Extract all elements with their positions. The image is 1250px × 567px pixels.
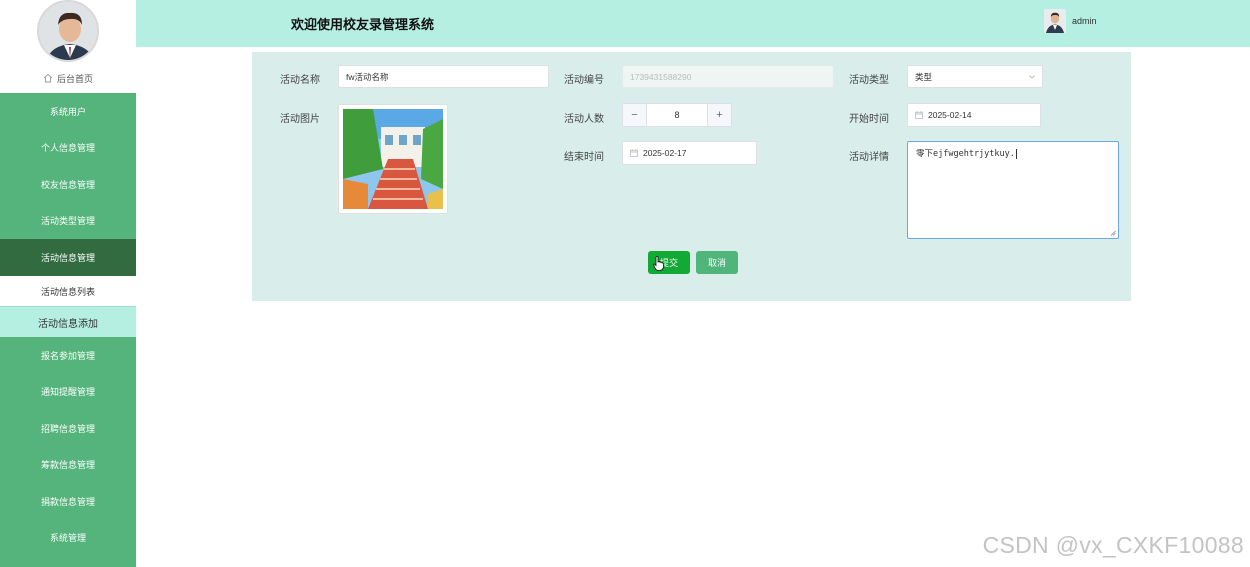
increment-button[interactable]: + xyxy=(707,104,731,126)
activity-image-label: 活动图片 xyxy=(280,114,320,125)
text-caret xyxy=(1015,149,1017,159)
resize-grip-icon[interactable] xyxy=(1110,230,1116,236)
calendar-icon xyxy=(630,149,638,157)
avatar[interactable] xyxy=(1044,9,1066,33)
activity-detail-label: 活动详情 xyxy=(849,152,889,163)
sidebar-item-label: 报名参加管理 xyxy=(40,350,95,361)
sidebar-item-label: 系统用户 xyxy=(49,106,86,117)
sidebar-item-system-users[interactable]: 系统用户 xyxy=(0,93,136,130)
top-header: 欢迎使用校友录管理系统 admin xyxy=(136,0,1250,47)
sidebar-item-label: 系统管理 xyxy=(49,533,86,544)
sidebar-item-alumni-info[interactable]: 校友信息管理 xyxy=(0,166,136,203)
activity-detail-value: 零下ejfwgehtrjytkuy. xyxy=(916,149,1015,159)
activity-count-stepper[interactable]: − 8 + xyxy=(622,103,732,127)
activity-name-label: 活动名称 xyxy=(280,75,320,86)
sidebar-item-activity-info[interactable]: 活动信息管理 xyxy=(0,239,136,276)
sidebar-item-recruitment[interactable]: 招聘信息管理 xyxy=(0,410,136,447)
sidebar-home-link[interactable]: 后台首页 xyxy=(0,64,136,92)
start-time-value: 2025-02-14 xyxy=(928,110,972,120)
avatar-portrait-icon xyxy=(39,2,97,60)
activity-image-upload[interactable] xyxy=(338,104,448,214)
activity-type-value: 类型 xyxy=(915,71,933,82)
end-time-label: 结束时间 xyxy=(564,152,604,163)
sidebar-item-system-management[interactable]: 系统管理 xyxy=(0,520,136,557)
sidebar: 后台首页 系统用户 个人信息管理 校友信息管理 活动类型管理 活动信息管理 活动… xyxy=(0,0,136,567)
sidebar-item-label: 个人信息管理 xyxy=(40,143,95,154)
cancel-label: 取消 xyxy=(707,258,726,268)
activity-form: 活动名称 fw活动名称 活动编号 1739431588290 活动类型 类型 活… xyxy=(252,52,1131,301)
activity-count-value[interactable]: 8 xyxy=(647,104,707,126)
minus-icon: − xyxy=(631,109,638,121)
end-time-picker[interactable]: 2025-02-17 xyxy=(622,141,757,165)
submenu-item-label: 活动信息添加 xyxy=(38,318,98,330)
sidebar-item-label: 活动信息管理 xyxy=(40,253,95,263)
activity-count-label: 活动人数 xyxy=(564,114,604,125)
plus-icon: + xyxy=(716,109,723,121)
sidebar-item-label: 捐款信息管理 xyxy=(40,496,95,507)
home-icon xyxy=(43,73,53,83)
sidebar-item-label: 活动类型管理 xyxy=(40,216,95,227)
sidebar-item-label: 招聘信息管理 xyxy=(40,423,95,434)
sidebar-item-personal-info[interactable]: 个人信息管理 xyxy=(0,130,136,167)
submenu-item-activity-add[interactable]: 活动信息添加 xyxy=(0,306,136,337)
activity-name-input[interactable]: fw活动名称 xyxy=(338,65,549,88)
hand-cursor-icon xyxy=(653,256,664,271)
activity-code-value: 1739431588290 xyxy=(630,71,692,82)
watermark: CSDN @vx_CXKF10088 xyxy=(982,532,1244,558)
activity-type-select[interactable]: 类型 xyxy=(907,65,1043,88)
user-menu[interactable]: admin xyxy=(1044,9,1097,33)
sidebar-item-fundraising[interactable]: 筹款信息管理 xyxy=(0,447,136,484)
activity-code-input: 1739431588290 xyxy=(622,65,834,88)
activity-detail-textarea[interactable]: 零下ejfwgehtrjytkuy. xyxy=(907,141,1119,239)
chevron-down-icon xyxy=(1029,75,1035,79)
decrement-button[interactable]: − xyxy=(623,104,647,126)
start-time-label: 开始时间 xyxy=(849,114,889,125)
sidebar-item-label: 通知提醒管理 xyxy=(40,387,95,398)
home-label: 后台首页 xyxy=(56,73,93,84)
calendar-icon xyxy=(915,111,923,119)
sidebar-item-label: 校友信息管理 xyxy=(40,179,95,190)
sidebar-item-activity-type[interactable]: 活动类型管理 xyxy=(0,203,136,240)
start-time-picker[interactable]: 2025-02-14 xyxy=(907,103,1041,127)
activity-name-value: fw活动名称 xyxy=(346,71,389,82)
sidebar-item-label: 筹款信息管理 xyxy=(40,460,95,471)
username: admin xyxy=(1072,16,1097,26)
cancel-button[interactable]: 取消 xyxy=(696,251,738,274)
activity-code-label: 活动编号 xyxy=(564,75,604,86)
sidebar-menu: 系统用户 个人信息管理 校友信息管理 活动类型管理 活动信息管理 活动信息列表 … xyxy=(0,93,136,567)
sidebar-avatar-area xyxy=(0,0,136,64)
activity-image-thumbnail xyxy=(343,109,443,209)
sidebar-item-registration[interactable]: 报名参加管理 xyxy=(0,337,136,374)
submenu-item-activity-list[interactable]: 活动信息列表 xyxy=(0,276,136,306)
page-title: 欢迎使用校友录管理系统 xyxy=(291,17,435,32)
activity-type-label: 活动类型 xyxy=(849,75,889,86)
end-time-value: 2025-02-17 xyxy=(643,148,687,158)
sidebar-item-notification[interactable]: 通知提醒管理 xyxy=(0,374,136,411)
sidebar-item-donation[interactable]: 捐款信息管理 xyxy=(0,483,136,520)
user-avatar-icon xyxy=(1044,9,1066,33)
avatar[interactable] xyxy=(37,0,99,62)
submenu-item-label: 活动信息列表 xyxy=(40,286,95,297)
